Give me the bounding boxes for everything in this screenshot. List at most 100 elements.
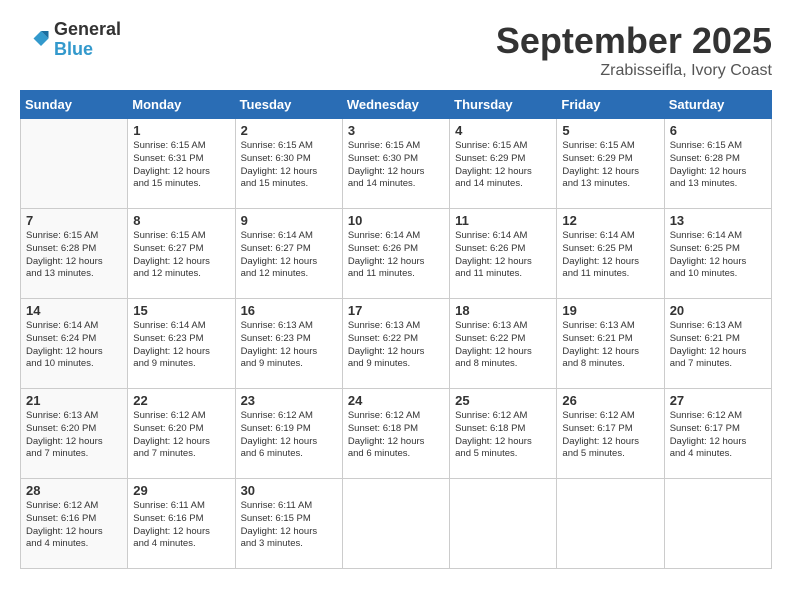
cell-info: Sunrise: 6:11 AMSunset: 6:16 PMDaylight:… [133, 500, 229, 551]
logo-blue-text: Blue [54, 40, 121, 60]
cell-info: Sunrise: 6:15 AMSunset: 6:31 PMDaylight:… [133, 140, 229, 191]
cell-info: Sunrise: 6:13 AMSunset: 6:22 PMDaylight:… [455, 320, 551, 371]
day-header-friday: Friday [557, 91, 664, 119]
week-row-5: 28 Sunrise: 6:12 AMSunset: 6:16 PMDayligh… [21, 479, 772, 569]
logo-icon [20, 25, 50, 55]
cell-info: Sunrise: 6:14 AMSunset: 6:25 PMDaylight:… [562, 230, 658, 281]
cell-info: Sunrise: 6:13 AMSunset: 6:23 PMDaylight:… [241, 320, 337, 371]
cell-info: Sunrise: 6:12 AMSunset: 6:18 PMDaylight:… [348, 410, 444, 461]
cell-info: Sunrise: 6:14 AMSunset: 6:24 PMDaylight:… [26, 320, 122, 371]
cell-info: Sunrise: 6:15 AMSunset: 6:29 PMDaylight:… [562, 140, 658, 191]
week-row-1: 1 Sunrise: 6:15 AMSunset: 6:31 PMDaylight… [21, 119, 772, 209]
calendar-cell: 22Sunrise: 6:12 AMSunset: 6:20 PMDayligh… [128, 389, 235, 479]
calendar-cell [342, 479, 449, 569]
cell-info: Sunrise: 6:15 AMSunset: 6:28 PMDaylight:… [670, 140, 766, 191]
day-header-sunday: Sunday [21, 91, 128, 119]
cell-info: Sunrise: 6:13 AMSunset: 6:21 PMDaylight:… [562, 320, 658, 371]
week-row-3: 14 Sunrise: 6:14 AMSunset: 6:24 PMDayligh… [21, 299, 772, 389]
calendar-cell [557, 479, 664, 569]
title-block: September 2025 Zrabisseifla, Ivory Coast [496, 20, 772, 80]
location-text: Zrabisseifla, Ivory Coast [496, 62, 772, 80]
day-number: 22 [133, 393, 229, 408]
calendar-cell: 24 Sunrise: 6:12 AMSunset: 6:18 PMDayligh… [342, 389, 449, 479]
cell-info: Sunrise: 6:12 AMSunset: 6:17 PMDaylight:… [562, 410, 658, 461]
logo-general-text: General [54, 20, 121, 40]
day-number: 12 [562, 213, 658, 228]
day-number: 27 [670, 393, 766, 408]
day-number: 26 [562, 393, 658, 408]
day-number: 23 [241, 393, 337, 408]
day-number: 13 [670, 213, 766, 228]
calendar-cell [21, 119, 128, 209]
calendar-cell [664, 479, 771, 569]
calendar-cell: 15 Sunrise: 6:14 AMSunset: 6:23 PMDayligh… [128, 299, 235, 389]
calendar-cell: 30 Sunrise: 6:11 AMSunset: 6:15 PMDayligh… [235, 479, 342, 569]
cell-info: Sunrise: 6:12 AMSunset: 6:16 PMDaylight:… [26, 500, 122, 551]
cell-info: Sunrise: 6:15 AMSunset: 6:30 PMDaylight:… [348, 140, 444, 191]
cell-info: Sunrise: 6:12 AMSunset: 6:19 PMDaylight:… [241, 410, 337, 461]
day-header-monday: Monday [128, 91, 235, 119]
day-number: 9 [241, 213, 337, 228]
calendar-cell: 19 Sunrise: 6:13 AMSunset: 6:21 PMDayligh… [557, 299, 664, 389]
day-number: 30 [241, 483, 337, 498]
cell-info: Sunrise: 6:13 AMSunset: 6:20 PMDaylight:… [26, 410, 122, 461]
day-number: 20 [670, 303, 766, 318]
calendar-cell: 3 Sunrise: 6:15 AMSunset: 6:30 PMDaylight… [342, 119, 449, 209]
calendar-cell: 7 Sunrise: 6:15 AMSunset: 6:28 PMDaylight… [21, 209, 128, 299]
calendar-cell: 4 Sunrise: 6:15 AMSunset: 6:29 PMDaylight… [450, 119, 557, 209]
logo-text: General Blue [54, 20, 121, 60]
day-number: 18 [455, 303, 551, 318]
day-number: 5 [562, 123, 658, 138]
cell-info: Sunrise: 6:14 AMSunset: 6:27 PMDaylight:… [241, 230, 337, 281]
calendar-cell: 21Sunrise: 6:13 AMSunset: 6:20 PMDayligh… [21, 389, 128, 479]
calendar-cell: 20 Sunrise: 6:13 AMSunset: 6:21 PMDayligh… [664, 299, 771, 389]
calendar-cell: 25 Sunrise: 6:12 AMSunset: 6:18 PMDayligh… [450, 389, 557, 479]
day-number: 3 [348, 123, 444, 138]
week-row-2: 7 Sunrise: 6:15 AMSunset: 6:28 PMDaylight… [21, 209, 772, 299]
calendar-cell: 23 Sunrise: 6:12 AMSunset: 6:19 PMDayligh… [235, 389, 342, 479]
day-number: 8 [133, 213, 229, 228]
calendar-cell: 9 Sunrise: 6:14 AMSunset: 6:27 PMDaylight… [235, 209, 342, 299]
cell-info: Sunrise: 6:14 AMSunset: 6:25 PMDaylight:… [670, 230, 766, 281]
day-number: 4 [455, 123, 551, 138]
day-number: 24 [348, 393, 444, 408]
calendar-cell: 26 Sunrise: 6:12 AMSunset: 6:17 PMDayligh… [557, 389, 664, 479]
calendar-cell: 5 Sunrise: 6:15 AMSunset: 6:29 PMDaylight… [557, 119, 664, 209]
calendar-cell: 13 Sunrise: 6:14 AMSunset: 6:25 PMDayligh… [664, 209, 771, 299]
logo: General Blue [20, 20, 121, 60]
calendar-table: SundayMondayTuesdayWednesdayThursdayFrid… [20, 90, 772, 569]
cell-info: Sunrise: 6:12 AMSunset: 6:18 PMDaylight:… [455, 410, 551, 461]
calendar-cell: 14 Sunrise: 6:14 AMSunset: 6:24 PMDayligh… [21, 299, 128, 389]
cell-info: Sunrise: 6:14 AMSunset: 6:23 PMDaylight:… [133, 320, 229, 371]
calendar-cell: 17Sunrise: 6:13 AMSunset: 6:22 PMDayligh… [342, 299, 449, 389]
day-header-thursday: Thursday [450, 91, 557, 119]
day-number: 28 [26, 483, 122, 498]
cell-info: Sunrise: 6:13 AMSunset: 6:21 PMDaylight:… [670, 320, 766, 371]
month-title: September 2025 [496, 20, 772, 62]
day-number: 7 [26, 213, 122, 228]
day-number: 1 [133, 123, 229, 138]
day-number: 14 [26, 303, 122, 318]
day-number: 15 [133, 303, 229, 318]
calendar-cell: 11Sunrise: 6:14 AMSunset: 6:26 PMDayligh… [450, 209, 557, 299]
cell-info: Sunrise: 6:14 AMSunset: 6:26 PMDaylight:… [455, 230, 551, 281]
cell-info: Sunrise: 6:11 AMSunset: 6:15 PMDaylight:… [241, 500, 337, 551]
calendar-cell: 8Sunrise: 6:15 AMSunset: 6:27 PMDaylight… [128, 209, 235, 299]
cell-info: Sunrise: 6:13 AMSunset: 6:22 PMDaylight:… [348, 320, 444, 371]
calendar-cell: 16 Sunrise: 6:13 AMSunset: 6:23 PMDayligh… [235, 299, 342, 389]
calendar-cell: 12 Sunrise: 6:14 AMSunset: 6:25 PMDayligh… [557, 209, 664, 299]
day-number: 6 [670, 123, 766, 138]
cell-info: Sunrise: 6:15 AMSunset: 6:29 PMDaylight:… [455, 140, 551, 191]
day-number: 16 [241, 303, 337, 318]
day-number: 19 [562, 303, 658, 318]
day-number: 25 [455, 393, 551, 408]
cell-info: Sunrise: 6:15 AMSunset: 6:28 PMDaylight:… [26, 230, 122, 281]
cell-info: Sunrise: 6:15 AMSunset: 6:30 PMDaylight:… [241, 140, 337, 191]
cell-info: Sunrise: 6:14 AMSunset: 6:26 PMDaylight:… [348, 230, 444, 281]
day-header-saturday: Saturday [664, 91, 771, 119]
calendar-cell: 27 Sunrise: 6:12 AMSunset: 6:17 PMDayligh… [664, 389, 771, 479]
day-number: 29 [133, 483, 229, 498]
calendar-cell: 6 Sunrise: 6:15 AMSunset: 6:28 PMDaylight… [664, 119, 771, 209]
cell-info: Sunrise: 6:12 AMSunset: 6:17 PMDaylight:… [670, 410, 766, 461]
calendar-cell: 10Sunrise: 6:14 AMSunset: 6:26 PMDayligh… [342, 209, 449, 299]
